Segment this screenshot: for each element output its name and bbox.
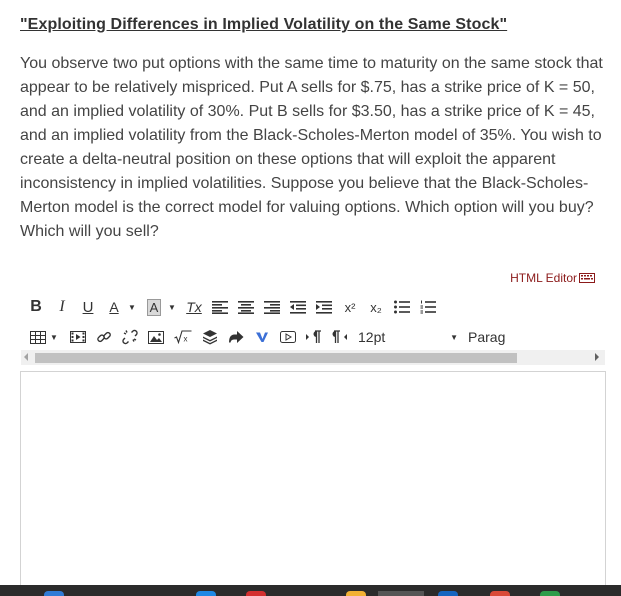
unlink-icon[interactable] [122, 326, 138, 348]
taskbar-app-green-icon[interactable] [540, 591, 560, 596]
background-color-dropdown-icon[interactable]: ▼ [168, 296, 176, 318]
svg-text:x: x [184, 335, 188, 344]
font-size-dropdown-icon: ▼ [450, 332, 458, 342]
toolbar-row-2: ▼ x 12pt ▼ Parag [30, 326, 515, 348]
media-icon[interactable] [70, 326, 86, 348]
question-body: You observe two put options with the sam… [20, 55, 603, 240]
vimeo-icon[interactable] [254, 326, 270, 348]
keyboard-icon [579, 273, 595, 283]
taskbar [0, 585, 621, 596]
italic-button[interactable]: I [54, 296, 70, 318]
table-dropdown-icon[interactable]: ▼ [50, 326, 58, 348]
layers-icon[interactable] [202, 326, 218, 348]
html-editor-toggle[interactable]: HTML Editor [510, 271, 595, 285]
paragraph-format-value: Parag [468, 329, 506, 345]
math-equation-icon[interactable]: x [174, 326, 192, 348]
toolbar-horizontal-scrollbar[interactable] [21, 350, 605, 365]
table-icon [30, 330, 46, 344]
font-color-dropdown-icon[interactable]: ▼ [128, 296, 136, 318]
subscript-button[interactable]: x₂ [368, 296, 384, 318]
taskbar-app-chrome-icon[interactable] [490, 591, 510, 596]
question-title: "Exploiting Differences in Implied Volat… [20, 16, 508, 33]
outdent-icon[interactable] [290, 296, 306, 318]
align-left-icon[interactable] [212, 296, 228, 318]
bullet-list-icon[interactable] [394, 296, 410, 318]
link-icon[interactable] [96, 326, 112, 348]
rtl-paragraph-icon[interactable] [332, 326, 348, 348]
taskbar-app-folder-icon[interactable] [346, 591, 366, 596]
clear-formatting-button[interactable]: Tx [186, 296, 202, 318]
taskbar-app-window-icon[interactable] [196, 591, 216, 596]
answer-text-area[interactable] [20, 371, 606, 592]
video-embed-icon[interactable] [280, 326, 296, 348]
taskbar-app-red-icon[interactable] [246, 591, 266, 596]
scroll-right-icon[interactable] [595, 353, 599, 361]
underline-button[interactable]: U [80, 296, 96, 318]
taskbar-app-active-icon[interactable] [378, 591, 424, 596]
bold-button[interactable]: B [28, 296, 44, 318]
paragraph-format-dropdown[interactable]: Parag [468, 326, 505, 348]
indent-icon[interactable] [316, 296, 332, 318]
toolbar-row-1: B I U A ▼ A ▼ Tx x² x₂ [30, 296, 446, 318]
align-center-icon[interactable] [238, 296, 254, 318]
background-color-button[interactable]: A [146, 296, 162, 318]
numbered-list-icon[interactable] [420, 296, 436, 318]
font-color-button[interactable]: A [106, 296, 122, 318]
scrollbar-thumb[interactable] [35, 353, 517, 363]
font-color-icon: A [109, 299, 119, 315]
superscript-button[interactable]: x² [342, 296, 358, 318]
html-editor-label: HTML Editor [510, 271, 577, 285]
background-color-icon: A [146, 298, 162, 316]
ltr-paragraph-icon[interactable] [306, 326, 322, 348]
taskbar-app-blue-icon[interactable] [44, 591, 64, 596]
image-icon[interactable] [148, 326, 164, 348]
scroll-left-icon[interactable] [24, 353, 28, 361]
font-size-value: 12pt [358, 329, 386, 345]
table-button[interactable] [30, 326, 46, 348]
taskbar-app-mail-icon[interactable] [438, 591, 458, 596]
share-arrow-icon[interactable] [228, 326, 244, 348]
align-right-icon[interactable] [264, 296, 280, 318]
font-size-dropdown[interactable]: 12pt ▼ [358, 326, 458, 348]
